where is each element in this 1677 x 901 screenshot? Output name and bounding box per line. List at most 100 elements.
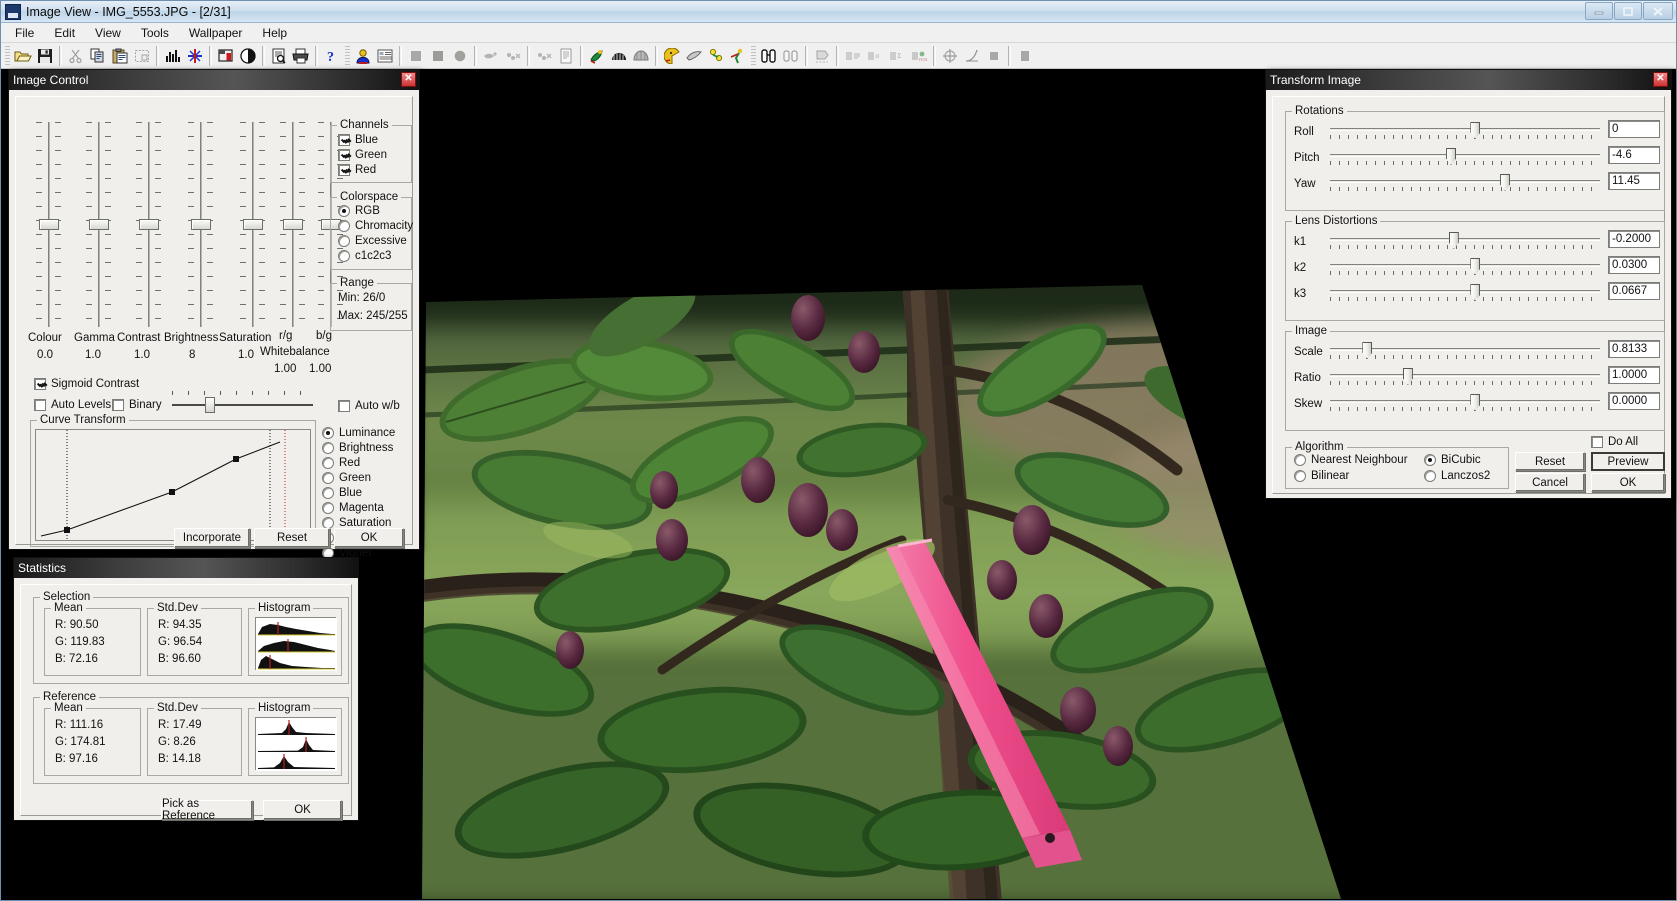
radio-curve-blue[interactable]: Blue (322, 487, 362, 499)
incorporate-button[interactable]: Incorporate (174, 528, 250, 548)
slider-thumb[interactable] (191, 219, 211, 230)
transform-ok-button[interactable]: OK (1591, 473, 1665, 492)
toolbar-grip[interactable] (5, 45, 10, 66)
k1-slider[interactable] (1330, 232, 1600, 250)
binary-threshold-slider[interactable] (172, 391, 313, 413)
cut-scissors-icon[interactable] (65, 45, 87, 67)
paste-icon[interactable] (109, 45, 131, 67)
checkbox-sigmoid-contrast[interactable]: Sigmoid Contrast (34, 378, 139, 390)
reset-button[interactable]: Reset (254, 528, 330, 548)
k3-value-input[interactable]: 0.0667 (1608, 282, 1660, 300)
flower-icon[interactable] (705, 45, 727, 67)
ratio-value-input[interactable]: 1.0000 (1608, 366, 1660, 384)
radio-nearest-neighbour[interactable]: Nearest Neighbour (1294, 454, 1408, 466)
person-run-icon[interactable] (727, 45, 749, 67)
radio-lanczos2[interactable]: Lanczos2 (1424, 470, 1490, 482)
label-sigma-icon[interactable]: σ (864, 45, 886, 67)
checkbox-channel-blue[interactable]: Blue (338, 134, 378, 146)
slider-thumb[interactable] (243, 219, 263, 230)
radio-colorspace-chromacity[interactable]: Chromacity (338, 220, 413, 232)
binocular-icon[interactable] (758, 45, 780, 67)
radio-curve-brightness[interactable]: Brightness (322, 442, 393, 454)
radio-colorspace-c1c2c3[interactable]: c1c2c3 (338, 250, 391, 262)
radio-curve-magenta[interactable]: Magenta (322, 502, 384, 514)
stamp-icon[interactable] (811, 45, 833, 67)
toolbar-grip[interactable] (345, 45, 350, 66)
close-icon[interactable]: ✕ (401, 72, 416, 87)
checkbox-do-all[interactable]: Do All (1591, 436, 1638, 448)
transform-preview-button[interactable]: Preview (1591, 452, 1665, 471)
radio-curve-luminance[interactable]: Luminance (322, 427, 395, 439)
transform-cancel-button[interactable]: Cancel (1515, 473, 1585, 492)
k2-slider[interactable] (1330, 258, 1600, 276)
checkbox-channel-green[interactable]: Green (338, 149, 387, 161)
curve-icon[interactable] (961, 45, 983, 67)
pick-as-reference-button[interactable]: Pick as Reference (161, 798, 253, 822)
minimize-button[interactable] (1585, 2, 1613, 20)
k3-slider[interactable] (1330, 284, 1600, 302)
slider-thumb[interactable] (283, 219, 303, 230)
histogram-icon[interactable] (162, 45, 184, 67)
skew-value-input[interactable]: 0.0000 (1608, 392, 1660, 410)
pacman-icon[interactable] (661, 45, 683, 67)
label-sum-icon[interactable]: Σ (886, 45, 908, 67)
scale-value-input[interactable]: 0.8133 (1608, 340, 1660, 358)
document-icon[interactable] (555, 45, 577, 67)
transform-reset-button[interactable]: Reset (1515, 452, 1585, 471)
label-icon[interactable] (842, 45, 864, 67)
slider-rg-whitebalance[interactable] (278, 122, 308, 327)
crop-icon[interactable] (215, 45, 237, 67)
menu-item-help[interactable]: Help (252, 24, 297, 42)
contrast-icon[interactable] (237, 45, 259, 67)
block-icon[interactable] (1014, 45, 1036, 67)
slider-thumb[interactable] (205, 397, 215, 413)
k1-value-input[interactable]: -0.2000 (1608, 230, 1660, 248)
menu-item-tools[interactable]: Tools (131, 24, 179, 42)
k2-value-input[interactable]: 0.0300 (1608, 256, 1660, 274)
bird-colour-icon[interactable] (586, 45, 608, 67)
checkbox-auto-wb[interactable]: Auto w/b (338, 400, 400, 412)
checkbox-auto-levels[interactable]: Auto Levels (34, 399, 111, 411)
menu-item-edit[interactable]: Edit (44, 24, 85, 42)
colour-axes-icon[interactable] (184, 45, 206, 67)
label-rgb-icon[interactable]: RGB (908, 45, 930, 67)
yaw-slider[interactable] (1330, 174, 1600, 192)
grey-circle-icon[interactable] (449, 45, 471, 67)
menu-item-file[interactable]: File (5, 24, 44, 42)
select-region-icon[interactable] (131, 45, 153, 67)
slider-thumb[interactable] (39, 219, 59, 230)
print-preview-icon[interactable] (268, 45, 290, 67)
checkbox-channel-red[interactable]: Red (338, 164, 376, 176)
save-disk-icon[interactable] (34, 45, 56, 67)
slider-brightness[interactable] (186, 122, 216, 327)
image-control-titlebar[interactable]: Image Control ✕ (9, 70, 419, 90)
ok-button[interactable]: OK (334, 528, 404, 548)
help-question-icon[interactable]: ? (321, 45, 343, 67)
slider-saturation[interactable] (238, 122, 268, 327)
dots-x-icon[interactable] (502, 45, 524, 67)
person-icon[interactable] (352, 45, 374, 67)
statistics-titlebar[interactable]: Statistics (14, 558, 358, 578)
close-icon[interactable]: ✕ (1653, 72, 1668, 87)
slider-contrast[interactable] (134, 122, 164, 327)
square-icon[interactable] (983, 45, 1005, 67)
dome-icon[interactable] (630, 45, 652, 67)
slider-thumb[interactable] (89, 219, 109, 230)
binocular-grey-icon[interactable] (780, 45, 802, 67)
yaw-value-input[interactable]: 11.45 (1608, 172, 1660, 190)
copy-icon[interactable] (87, 45, 109, 67)
radio-curve-red[interactable]: Red (322, 457, 360, 469)
transform-image-titlebar[interactable]: Transform Image ✕ (1266, 70, 1671, 90)
maximize-button[interactable] (1614, 2, 1642, 20)
grey-square-icon[interactable] (405, 45, 427, 67)
slider-colour[interactable] (34, 122, 64, 327)
radio-colorspace-rgb[interactable]: RGB (338, 205, 380, 217)
swoosh-icon[interactable] (683, 45, 705, 67)
slider-thumb[interactable] (139, 219, 159, 230)
scale-slider[interactable] (1330, 342, 1600, 360)
menu-item-wallpaper[interactable]: Wallpaper (179, 24, 253, 42)
open-folder-icon[interactable] (12, 45, 34, 67)
pitch-value-input[interactable]: -4.6 (1608, 146, 1660, 164)
pitch-slider[interactable] (1330, 148, 1600, 166)
curve-canvas[interactable] (35, 429, 311, 541)
